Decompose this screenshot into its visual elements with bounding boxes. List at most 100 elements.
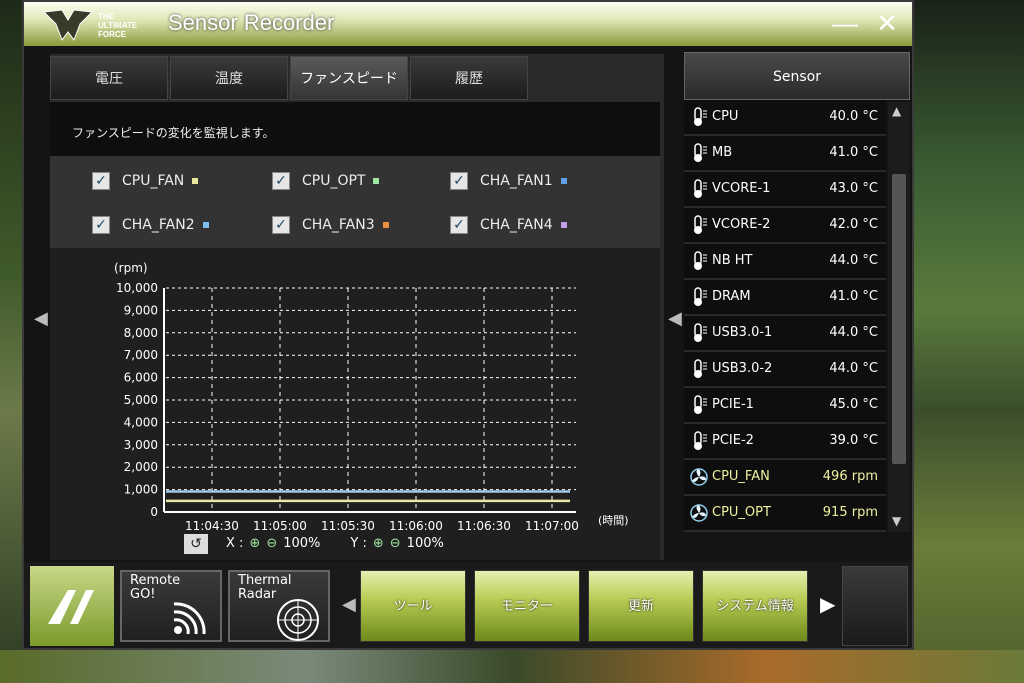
menu-update-button[interactable]: 更新	[588, 570, 694, 642]
fan-checkbox-cpu-opt[interactable]: ✓ CPU_OPT	[272, 172, 380, 190]
fan-icon	[690, 468, 708, 486]
remote-go-button[interactable]: Remote GO!	[120, 570, 222, 642]
title-bar[interactable]: THE ULTIMATE FORCE Sensor Recorder — ✕	[24, 2, 912, 46]
sensor-name: USB3.0-1	[712, 325, 773, 340]
sensor-value: 41.0 °C	[829, 289, 878, 304]
y-tick-label: 9,000	[124, 303, 158, 317]
sensor-row[interactable]: USB3.0-2 44.0 °C	[684, 352, 886, 388]
scroll-down-icon[interactable]: ▼	[892, 514, 901, 528]
x-tick-label: 11:04:30	[185, 519, 239, 533]
tab-bar: 電圧 温度 ファンスピード 履歴	[50, 56, 530, 102]
y-tick-label: 0	[150, 505, 158, 519]
thermometer-icon	[694, 107, 707, 126]
reset-zoom-button[interactable]: ↺	[184, 534, 208, 554]
zoom-x-value: 100%	[283, 536, 321, 551]
tab-temperature[interactable]: 温度	[170, 56, 288, 100]
tab-voltage[interactable]: 電圧	[50, 56, 168, 100]
sensor-name: VCORE-1	[712, 181, 771, 196]
sensor-row[interactable]: USB3.0-1 44.0 °C	[684, 316, 886, 352]
thermometer-icon	[694, 359, 707, 378]
asus-logo-icon	[48, 590, 94, 624]
zoom-in-x-icon[interactable]: ⊕	[249, 536, 260, 551]
y-tick-label: 6,000	[124, 371, 158, 385]
menu-left-arrow-icon[interactable]: ◀	[342, 594, 356, 615]
sensor-row[interactable]: DRAM 41.0 °C	[684, 280, 886, 316]
fan-checkbox-cpu-fan[interactable]: ✓ CPU_FAN	[92, 172, 199, 190]
wireless-icon	[173, 602, 206, 635]
sensor-name: USB3.0-2	[712, 361, 773, 376]
x-tick-label: 11:06:30	[457, 519, 511, 533]
sensor-row[interactable]: CPU_FAN 496 rpm	[684, 460, 886, 496]
asus-logo-button[interactable]	[30, 566, 114, 646]
tab-fan-speed[interactable]: ファンスピード	[290, 56, 408, 100]
scroll-thumb[interactable]	[892, 174, 906, 464]
background-bottom	[0, 650, 1024, 683]
sensor-row[interactable]: CPU_OPT 915 rpm	[684, 496, 886, 532]
sensor-value: 915 rpm	[822, 505, 878, 520]
bottom-toolbar: Remote GO! Thermal Radar ◀ ツール モニター 更新 シ…	[24, 562, 912, 648]
menu-system-info-button[interactable]: システム情報	[702, 570, 808, 642]
zoom-in-y-icon[interactable]: ⊕	[373, 536, 384, 551]
sensor-row[interactable]: NB HT 44.0 °C	[684, 244, 886, 280]
y-tick-label: 8,000	[124, 326, 158, 340]
y-tick-label: 2,000	[124, 460, 158, 474]
checkbox-checked-icon[interactable]: ✓	[92, 172, 110, 190]
sensor-value: 40.0 °C	[829, 109, 878, 124]
sensor-row[interactable]: VCORE-2 42.0 °C	[684, 208, 886, 244]
chart-area: (rpm) 0 1,000 2,000 3,000 4,000 5,000 6,000 7,00…	[50, 248, 660, 560]
sensor-row[interactable]: MB 41.0 °C	[684, 136, 886, 172]
legend-swatch	[560, 222, 567, 228]
checkbox-checked-icon[interactable]: ✓	[450, 172, 468, 190]
sensor-row[interactable]: PCIE-2 39.0 °C	[684, 424, 886, 460]
zoom-controls: X : ⊕ ⊖ 100% Y : ⊕ ⊖ 100%	[226, 536, 444, 551]
left-arrow-icon[interactable]: ◀	[34, 308, 48, 329]
fan-checkbox-cha-fan2[interactable]: ✓ CHA_FAN2	[92, 216, 209, 234]
menu-monitor-button[interactable]: モニター	[474, 570, 580, 642]
y-tick-label: 3,000	[124, 438, 158, 452]
sensor-row[interactable]: CPU 40.0 °C	[684, 100, 886, 136]
fan-label: CHA_FAN1	[480, 173, 553, 189]
sensor-header[interactable]: Sensor	[684, 52, 910, 100]
thermometer-icon	[694, 287, 707, 306]
menu-right-arrow-icon[interactable]: ▶	[820, 592, 835, 616]
scroll-up-icon[interactable]: ▲	[892, 104, 901, 118]
minimize-button[interactable]: —	[830, 8, 860, 38]
tuf-logo: THE ULTIMATE FORCE	[42, 9, 138, 42]
sensor-value: 45.0 °C	[829, 397, 878, 412]
sensor-name: CPU_OPT	[712, 505, 771, 520]
fan-checkbox-cha-fan1[interactable]: ✓ CHA_FAN1	[450, 172, 567, 190]
sensor-row[interactable]: VCORE-1 43.0 °C	[684, 172, 886, 208]
thermometer-icon	[694, 251, 707, 270]
svg-text:FORCE: FORCE	[98, 30, 127, 39]
svg-text:THE: THE	[98, 12, 115, 21]
close-button[interactable]: ✕	[872, 8, 902, 38]
menu-tools-button[interactable]: ツール	[360, 570, 466, 642]
background-right	[912, 0, 1024, 683]
left-arrow-icon[interactable]: ◀	[668, 308, 682, 329]
y-tick-label: 7,000	[124, 348, 158, 362]
sensor-value: 44.0 °C	[829, 361, 878, 376]
zoom-out-x-icon[interactable]: ⊖	[266, 536, 277, 551]
sensor-name: PCIE-1	[712, 397, 754, 412]
sensor-scrollbar[interactable]: ▲ ▼	[888, 102, 910, 532]
checkbox-checked-icon[interactable]: ✓	[450, 216, 468, 234]
sensor-value: 44.0 °C	[829, 325, 878, 340]
x-tick-label: 11:05:00	[253, 519, 307, 533]
checkbox-checked-icon[interactable]: ✓	[272, 172, 290, 190]
x-tick-label: 11:06:00	[389, 519, 443, 533]
x-tick-label: 11:05:30	[321, 519, 375, 533]
fan-checkbox-group: ✓ CPU_FAN ✓ CPU_OPT ✓ CHA_FAN1 ✓ CHA_FAN…	[50, 156, 660, 248]
zoom-x-label: X :	[226, 536, 244, 551]
checkbox-checked-icon[interactable]: ✓	[92, 216, 110, 234]
checkbox-checked-icon[interactable]: ✓	[272, 216, 290, 234]
zoom-y-value: 100%	[406, 536, 444, 551]
tab-history[interactable]: 履歴	[410, 56, 528, 100]
sensor-value: 44.0 °C	[829, 253, 878, 268]
fan-checkbox-cha-fan3[interactable]: ✓ CHA_FAN3	[272, 216, 389, 234]
y-tick-label: 1,000	[124, 483, 158, 497]
thermal-radar-button[interactable]: Thermal Radar	[228, 570, 330, 642]
fan-speed-chart[interactable]: (rpm) 0 1,000 2,000 3,000 4,000 5,000 6,000 7,00…	[50, 248, 660, 560]
sensor-row[interactable]: PCIE-1 45.0 °C	[684, 388, 886, 424]
zoom-out-y-icon[interactable]: ⊖	[390, 536, 401, 551]
fan-checkbox-cha-fan4[interactable]: ✓ CHA_FAN4	[450, 216, 567, 234]
